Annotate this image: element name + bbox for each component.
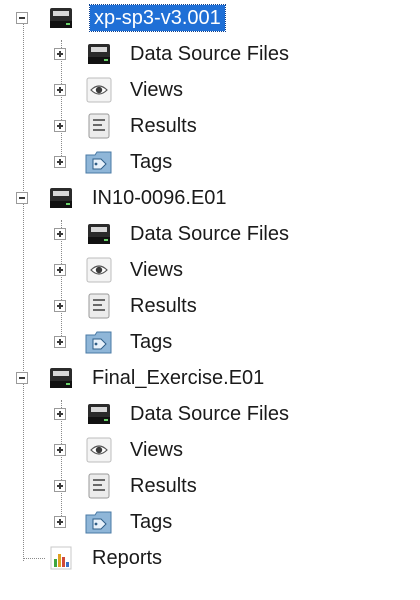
- node-label: Tags: [130, 151, 173, 173]
- node-label: Views: [130, 259, 183, 281]
- tree-node-data-source-files[interactable]: Data Source Files: [0, 216, 420, 252]
- collapse-toggle[interactable]: [16, 192, 28, 204]
- data-source-name: IN10-0096.E01: [92, 187, 227, 209]
- eye-icon: [84, 256, 114, 284]
- node-label: Views: [130, 439, 183, 461]
- expand-toggle[interactable]: [54, 48, 66, 60]
- tree-node-views[interactable]: Views: [0, 72, 420, 108]
- tag-folder-icon: [84, 328, 114, 356]
- expand-toggle[interactable]: [54, 156, 66, 168]
- document-list-icon: [84, 292, 114, 320]
- expand-toggle[interactable]: [54, 120, 66, 132]
- tree-node-results[interactable]: Results: [0, 468, 420, 504]
- tree-node-data-source[interactable]: xp-sp3-v3.001: [0, 0, 420, 36]
- disk-drive-icon: [84, 40, 114, 68]
- tree-node-views[interactable]: Views: [0, 252, 420, 288]
- tree-node-data-source-files[interactable]: Data Source Files: [0, 396, 420, 432]
- node-label: Results: [130, 475, 197, 497]
- collapse-toggle[interactable]: [16, 372, 28, 384]
- expand-toggle[interactable]: [54, 264, 66, 276]
- disk-drive-icon: [46, 184, 76, 212]
- document-list-icon: [84, 472, 114, 500]
- tree-node-reports[interactable]: Reports: [0, 540, 420, 576]
- data-source-name: xp-sp3-v3.001: [89, 4, 226, 32]
- case-tree: xp-sp3-v3.001 Data Source Files Views Re…: [0, 0, 420, 600]
- node-label: Data Source Files: [130, 223, 289, 245]
- tag-folder-icon: [84, 508, 114, 536]
- expand-toggle[interactable]: [54, 300, 66, 312]
- disk-drive-icon: [46, 4, 76, 32]
- node-label: Views: [130, 79, 183, 101]
- node-label: Data Source Files: [130, 43, 289, 65]
- disk-drive-icon: [46, 364, 76, 392]
- tree-node-data-source-files[interactable]: Data Source Files: [0, 36, 420, 72]
- expand-toggle[interactable]: [54, 408, 66, 420]
- expand-toggle[interactable]: [54, 516, 66, 528]
- expand-toggle[interactable]: [54, 480, 66, 492]
- eye-icon: [84, 76, 114, 104]
- disk-drive-icon: [84, 400, 114, 428]
- disk-drive-icon: [84, 220, 114, 248]
- expand-toggle[interactable]: [54, 444, 66, 456]
- node-label: Results: [130, 115, 197, 137]
- node-label: Reports: [92, 547, 163, 569]
- expand-toggle[interactable]: [54, 228, 66, 240]
- node-label: Tags: [130, 331, 173, 353]
- expand-toggle[interactable]: [54, 336, 66, 348]
- collapse-toggle[interactable]: [16, 12, 28, 24]
- expand-toggle[interactable]: [54, 84, 66, 96]
- node-label: Results: [130, 295, 197, 317]
- tree-node-data-source[interactable]: Final_Exercise.E01: [0, 360, 420, 396]
- eye-icon: [84, 436, 114, 464]
- tree-node-results[interactable]: Results: [0, 108, 420, 144]
- node-label: Tags: [130, 511, 173, 533]
- bar-chart-report-icon: [46, 544, 76, 572]
- tree-node-tags[interactable]: Tags: [0, 324, 420, 360]
- tag-folder-icon: [84, 148, 114, 176]
- document-list-icon: [84, 112, 114, 140]
- tree-node-tags[interactable]: Tags: [0, 144, 420, 180]
- data-source-name: Final_Exercise.E01: [92, 367, 265, 389]
- tree-node-views[interactable]: Views: [0, 432, 420, 468]
- tree-node-tags[interactable]: Tags: [0, 504, 420, 540]
- tree-node-results[interactable]: Results: [0, 288, 420, 324]
- tree-node-data-source[interactable]: IN10-0096.E01: [0, 180, 420, 216]
- node-label: Data Source Files: [130, 403, 289, 425]
